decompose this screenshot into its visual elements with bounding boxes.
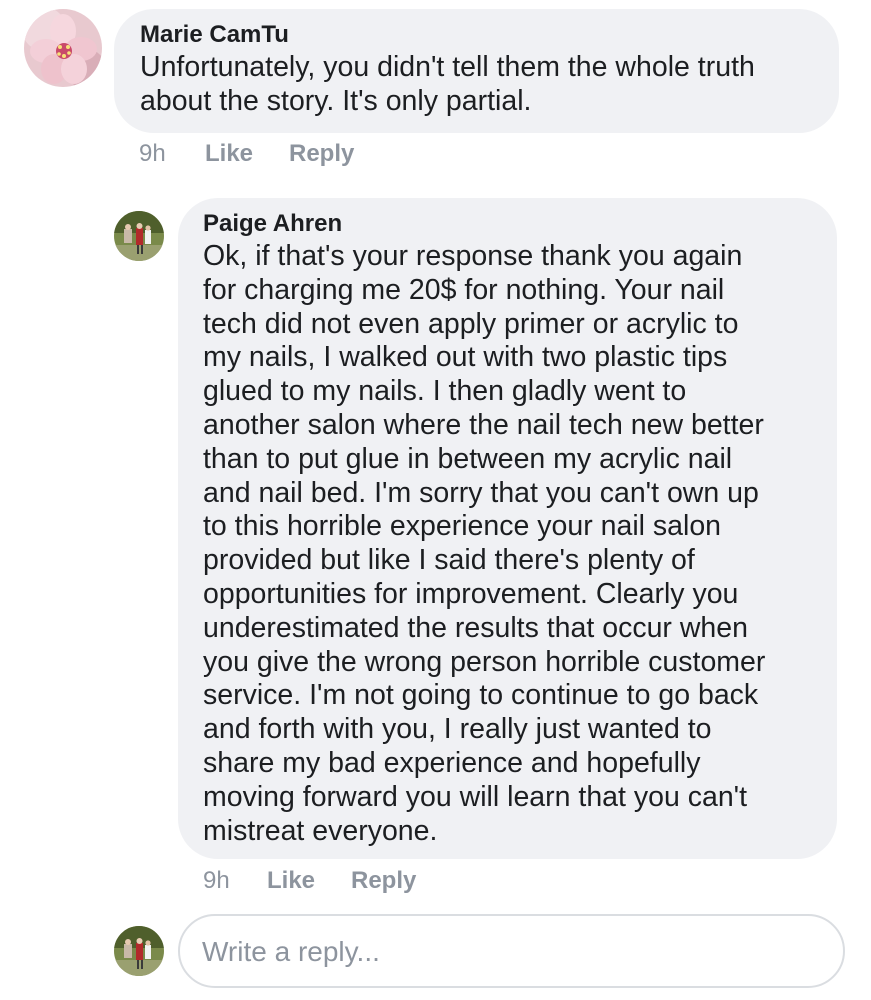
comment-actions: 9h Like Reply [203,867,503,895]
reply-input[interactable] [202,932,802,972]
pink-flower-icon [24,9,102,87]
like-button[interactable]: Like [267,867,315,895]
comment-text-line: Unfortunately, you didn't tell them the … [140,51,755,83]
comment-bubble-marie-camtu[interactable]: Marie CamTu Unfortunately, you didn't te… [114,9,839,133]
comment-text-line: underestimated the results that occur wh… [203,611,748,644]
like-button[interactable]: Like [205,140,253,168]
current-user-avatar[interactable] [114,926,164,976]
comment-text-line: for charging me 20$ for nothing. Your na… [203,273,725,306]
avatar-paige-ahren[interactable] [114,211,164,261]
comment-bubble-paige-ahren[interactable]: Paige Ahren Ok, if that's your response … [178,198,837,859]
comment-text-line: service. I'm not going to continue to go… [203,679,759,712]
comment-text-line: my nails, I walked out with two plastic … [203,341,728,374]
people-photo-icon [114,211,164,261]
comment-text-line: to this horrible experience your nail sa… [203,510,722,543]
comment-text-line: and nail bed. I'm sorry that you can't o… [203,476,759,509]
comment-text-line: than to put glue in between my acrylic n… [203,442,733,475]
comment-text-line: moving forward you will learn that you c… [203,780,748,813]
reply-button[interactable]: Reply [351,867,416,895]
comment-text-line: Ok, if that's your response thank you ag… [203,240,743,272]
comment-text-line: glued to my nails. I then gladly went to [203,375,687,408]
comment-timestamp[interactable]: 9h [139,140,166,168]
comment-text-line: and forth with you, I really just wanted… [203,713,712,746]
comment-text-line: provided but like I said there's plenty … [203,544,695,577]
people-photo-icon [114,926,164,976]
comment-text-line: mistreat everyone. [203,814,438,847]
comment-text-line: about the story. It's only partial. [140,84,532,117]
reply-composer[interactable] [178,914,845,988]
comment-text-line: you give the wrong person horrible custo… [203,645,766,678]
comment-text-line: share my bad experience and hopefully [203,746,701,779]
comment-text: Unfortunately, you didn't tell them the … [140,51,839,119]
comment-timestamp[interactable]: 9h [203,867,230,895]
comment-text-line: opportunities for improvement. Clearly y… [203,577,739,610]
comment-actions: 9h Like Reply [139,140,439,168]
reply-button[interactable]: Reply [289,140,354,168]
comment-text-line: tech did not even apply primer or acryli… [203,307,739,340]
comment-text-line: another salon where the nail tech new be… [203,408,764,441]
comment-author[interactable]: Marie CamTu [140,21,839,49]
comment-author[interactable]: Paige Ahren [203,210,837,238]
comment-text: Ok, if that's your response thank you ag… [203,240,837,848]
avatar-marie-camtu[interactable] [24,9,102,87]
